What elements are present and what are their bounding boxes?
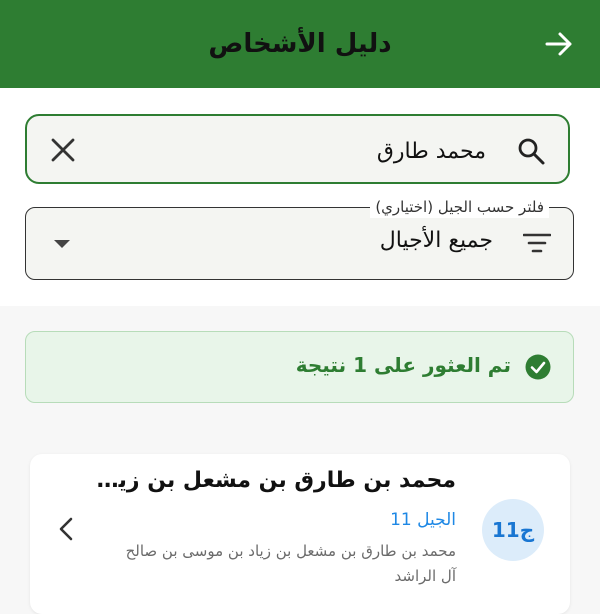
results-summary-banner: تم العثور على 1 نتيجة (25, 331, 574, 403)
person-generation: الجيل 11 (390, 510, 456, 530)
app-bar: دليل الأشخاص (0, 0, 600, 88)
results-summary-text: تم العثور على 1 نتيجة (295, 353, 511, 377)
person-full-lineage: محمد بن طارق بن مشعل بن زياد بن موسى بن … (125, 542, 456, 585)
person-card[interactable]: ج11 محمد بن طارق بن مشعل بن زياد بن موسى… (30, 454, 570, 614)
avatar: ج11 (482, 499, 544, 561)
generation-select[interactable]: فلتر حسب الجيل (اختياري) جميع الأجيال (25, 196, 574, 280)
close-icon[interactable] (49, 136, 77, 164)
person-name: محمد بن طارق بن مشعل بن زياد بن موسى بن … (96, 468, 456, 493)
page-title: دليل الأشخاص (208, 29, 392, 59)
filter-list-icon (523, 233, 551, 253)
dropdown-arrow-icon (54, 240, 70, 248)
generation-filter-label: فلتر حسب الجيل (اختياري) (370, 196, 549, 218)
generation-selected-value: جميع الأجيال (379, 228, 493, 253)
search-field[interactable] (25, 114, 570, 184)
search-icon (518, 138, 545, 165)
search-input[interactable] (124, 130, 488, 172)
chevron-left-icon[interactable] (56, 516, 76, 542)
check-circle-icon (525, 354, 551, 380)
filter-panel: فلتر حسب الجيل (اختياري) جميع الأجيال (0, 88, 600, 306)
